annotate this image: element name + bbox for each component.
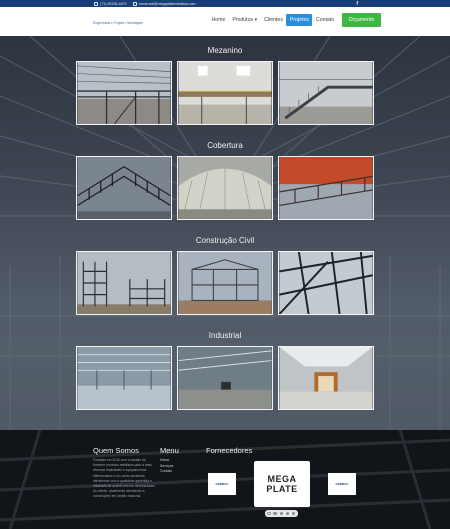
footer-menu: Home Serviços Contato xyxy=(160,458,173,475)
footer-about-text: Fundada em 2016 com a missão de fornecer… xyxy=(93,458,155,499)
top-bar: (71) 99135-4470 comercial@megaplatemetal… xyxy=(0,0,450,7)
footer-about-title: Quem Somos xyxy=(93,446,139,455)
nav-clientes[interactable]: Clientes xyxy=(261,14,287,26)
section-title-construcao-civil: Construção Civil xyxy=(195,236,255,245)
chevron-down-icon: ▾ xyxy=(254,17,258,23)
site-header: Engenharia • Projeto • Montagem Home Pro… xyxy=(0,7,450,36)
photo-industrial-3[interactable] xyxy=(278,346,374,410)
carousel-dot-3[interactable] xyxy=(279,511,284,516)
section-title-mezanino: Mezanino xyxy=(207,46,243,55)
email-contact[interactable]: comercial@megaplatemetalica.com xyxy=(132,1,196,6)
section-title-cobertura: Cobertura xyxy=(207,141,243,150)
carousel-dot-2[interactable] xyxy=(273,511,278,516)
nav-contato[interactable]: Contato xyxy=(312,14,337,26)
footer-menu-title: Menu xyxy=(160,446,179,455)
section-title-industrial: Industrial xyxy=(208,331,242,340)
nav-home[interactable]: Home xyxy=(208,14,229,26)
photo-industrial-2[interactable] xyxy=(177,346,273,410)
photo-mezanino-1[interactable] xyxy=(76,61,172,125)
photo-construcao-3[interactable] xyxy=(278,251,374,315)
photo-mezanino-2[interactable] xyxy=(177,61,273,125)
supplier-name-left: GERDAU xyxy=(215,482,229,486)
main-nav: Home Produtos ▾ Clientes Projetos Contat… xyxy=(208,13,382,27)
projects-gallery: Mezanino Cobertura Construção Civil Indu… xyxy=(0,36,450,430)
supplier-logo-megaplate[interactable]: MEGA PLATE xyxy=(254,461,310,507)
photo-cobertura-1[interactable] xyxy=(76,156,172,220)
nav-projetos[interactable]: Projetos xyxy=(286,14,313,26)
supplier-name-megaplate: MEGA PLATE xyxy=(266,474,298,494)
carousel-pagination xyxy=(265,510,298,517)
footer-suppliers-title: Fornecedores xyxy=(206,446,253,455)
envelope-icon xyxy=(132,1,137,6)
supplier-logo-right[interactable]: GERDAU xyxy=(328,473,356,495)
orcamento-button[interactable]: Orçamento xyxy=(341,13,382,27)
site-logo[interactable]: Engenharia • Projeto • Montagem xyxy=(93,21,143,25)
phone-contact[interactable]: (71) 99135-4470 xyxy=(94,1,127,6)
carousel-dot-4[interactable] xyxy=(285,511,290,516)
photo-industrial-1[interactable] xyxy=(76,346,172,410)
photo-construcao-2[interactable] xyxy=(177,251,273,315)
supplier-name-right: GERDAU xyxy=(335,482,349,486)
photo-cobertura-2[interactable] xyxy=(177,156,273,220)
supplier-logo-left[interactable]: GERDAU xyxy=(208,473,236,495)
carousel-dot-5[interactable] xyxy=(291,511,296,516)
photo-cobertura-3[interactable] xyxy=(278,156,374,220)
phone-number: (71) 99135-4470 xyxy=(100,1,127,6)
nav-produtos-label: Produtos xyxy=(232,17,254,23)
carousel-dot-1[interactable] xyxy=(267,511,271,516)
footer-menu-contato[interactable]: Contato xyxy=(160,469,173,475)
photo-mezanino-3[interactable] xyxy=(278,61,374,125)
photo-construcao-1[interactable] xyxy=(76,251,172,315)
whatsapp-icon xyxy=(94,1,98,6)
nav-produtos[interactable]: Produtos ▾ xyxy=(229,14,261,26)
email-address: comercial@megaplatemetalica.com xyxy=(138,1,196,6)
